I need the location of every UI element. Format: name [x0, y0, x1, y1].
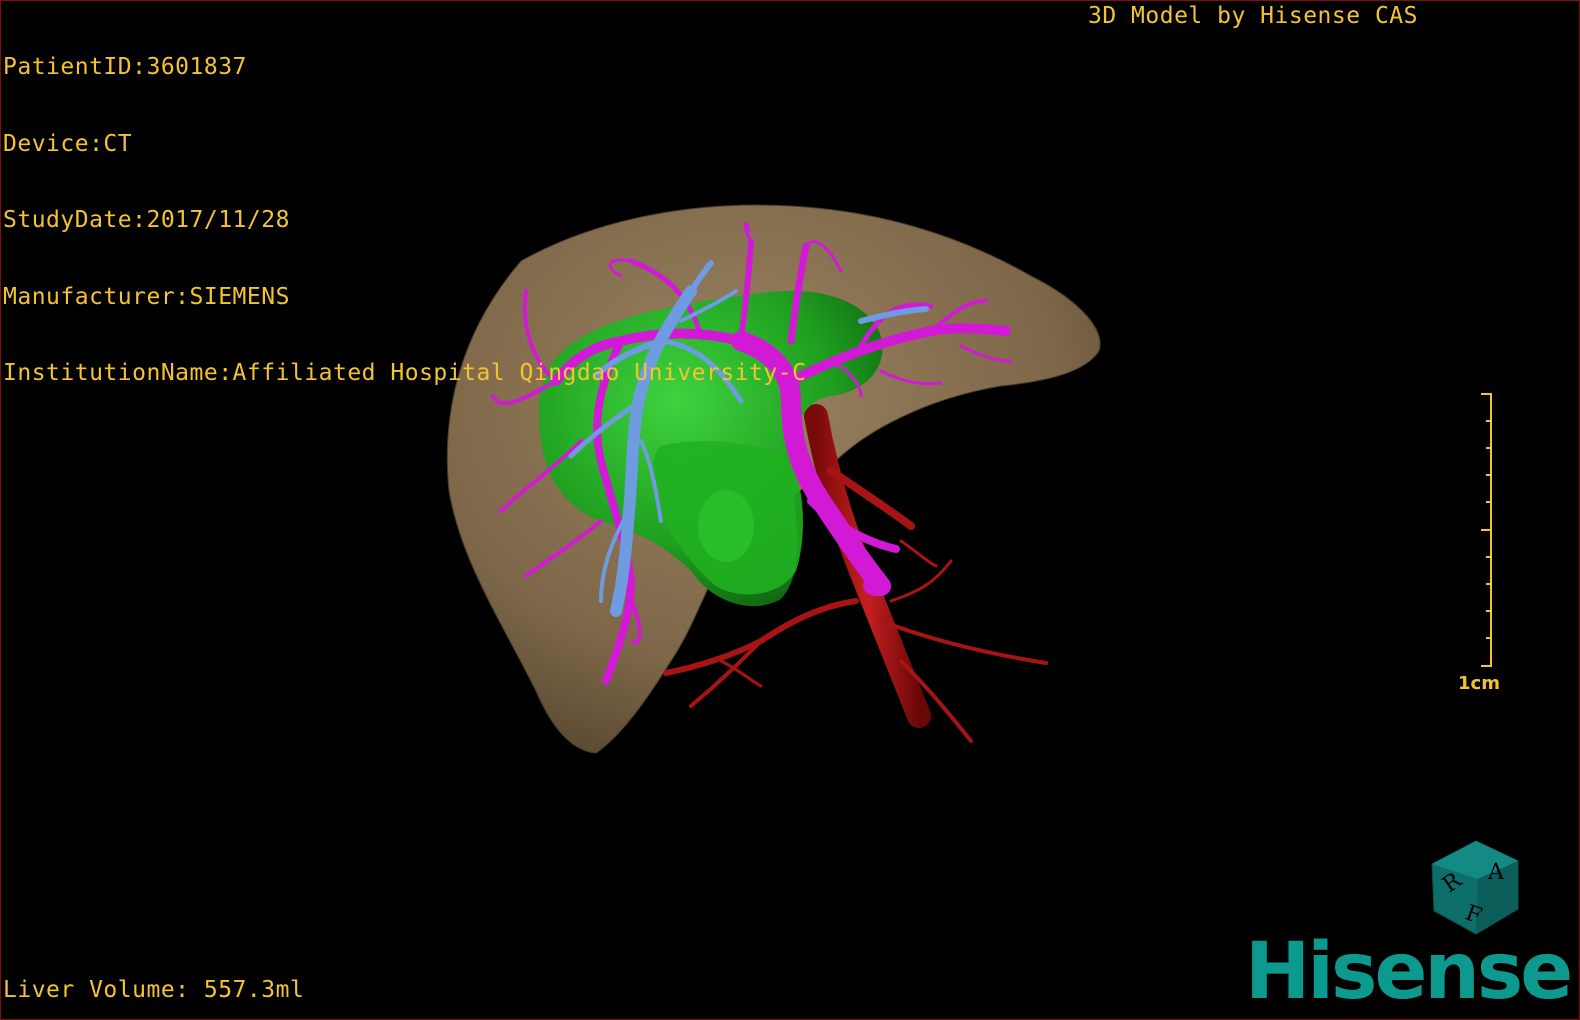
dicom-info-overlay: PatientID:3601837 Device:CT StudyDate:20…	[3, 4, 806, 438]
model-credit: 3D Model by Hisense CAS	[1088, 3, 1418, 29]
hisense-logo-icon: Hisense	[1245, 927, 1573, 1017]
study-date: StudyDate:2017/11/28	[3, 207, 290, 233]
orient-label-a: A	[1487, 860, 1505, 885]
manufacturer: Manufacturer:SIEMENS	[3, 283, 290, 310]
3d-viewport[interactable]: PatientID:3601837 Device:CT StudyDate:20…	[0, 0, 1580, 1020]
institution-name: InstitutionName:Affiliated Hospital Qing…	[3, 360, 807, 386]
orientation-cube-icon[interactable]: A R F	[1426, 839, 1526, 939]
device: Device:CT	[3, 130, 133, 157]
liver-volume: Liver Volume: 557.3ml	[3, 977, 305, 1003]
scale-label: 1cm	[1458, 673, 1500, 694]
scale-bar-icon	[1481, 393, 1492, 667]
patient-id: PatientID:3601837	[3, 54, 247, 80]
